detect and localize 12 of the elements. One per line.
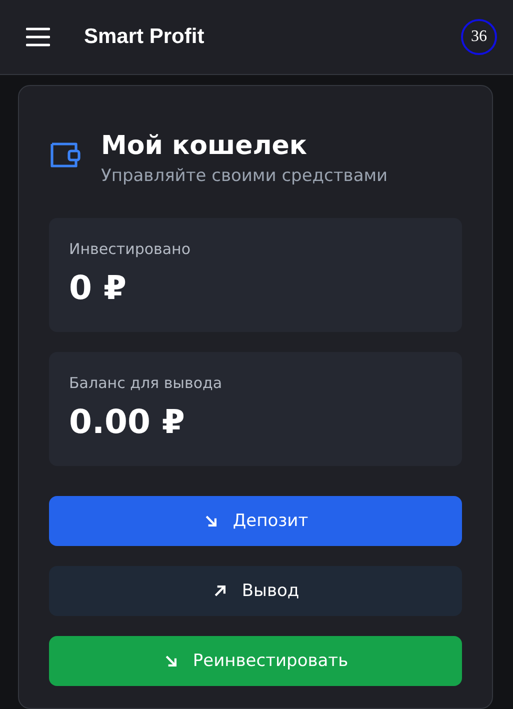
stat-value: 0.00 ₽ bbox=[69, 402, 186, 441]
menu-icon[interactable] bbox=[26, 27, 50, 47]
withdraw-button[interactable]: Вывод bbox=[49, 566, 462, 616]
count-badge: 36 bbox=[461, 19, 497, 55]
stat-label: Баланс для вывода bbox=[69, 374, 224, 392]
deposit-button[interactable]: Депозит bbox=[49, 496, 462, 546]
reinvest-button[interactable]: Реинвестировать bbox=[49, 636, 462, 686]
app-title: Smart Profit bbox=[84, 25, 206, 49]
stat-value: 0 ₽ bbox=[69, 268, 128, 307]
wallet-title: Мой кошелек bbox=[101, 130, 308, 162]
stat-label: Инвестировано bbox=[69, 240, 192, 258]
wallet-subtitle: Управляйте своими средствами bbox=[101, 166, 388, 186]
